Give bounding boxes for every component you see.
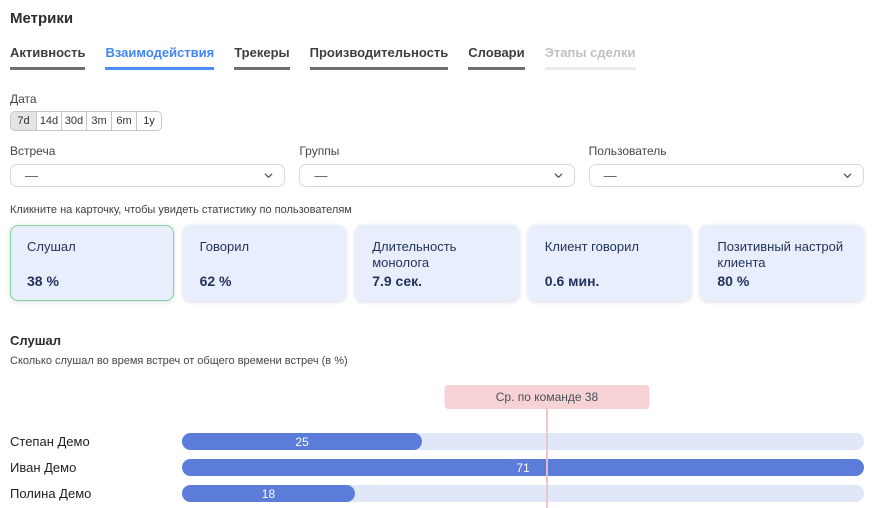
date-range-group: 7d 14d 30d 3m 6m 1y — [10, 111, 162, 131]
groups-select[interactable]: — — [299, 164, 574, 187]
tab-deal-stages: Этапы сделки — [545, 45, 636, 70]
team-average-badge: Ср. по команде 38 — [445, 385, 650, 409]
bar-track[interactable]: 71 — [182, 459, 864, 476]
chevron-down-icon — [842, 170, 853, 181]
bar-value-label: 25 — [295, 435, 308, 449]
metric-card-listened[interactable]: Слушал 38 % — [10, 225, 174, 301]
user-select-label: Пользователь — [589, 144, 864, 158]
metric-card-client-positivity[interactable]: Позитивный настрой клиента 80 % — [700, 225, 864, 301]
groups-select-value: — — [314, 168, 327, 183]
user-select-value: — — [604, 168, 617, 183]
bar-fill: 25 — [182, 433, 422, 450]
bar-row-label: Иван Демо — [10, 460, 182, 475]
date-filter-label: Дата — [10, 92, 864, 106]
date-range-3m[interactable]: 3m — [86, 112, 111, 130]
bar-value-label: 18 — [262, 487, 275, 501]
metric-card-talked[interactable]: Говорил 62 % — [183, 225, 347, 301]
chevron-down-icon — [553, 170, 564, 181]
bar-track[interactable]: 25 — [182, 433, 864, 450]
bar-row: Полина Демо 18 — [10, 485, 864, 502]
meeting-select-field: Встреча — — [10, 144, 285, 187]
tab-bar: Активность Взаимодействия Трекеры Произв… — [10, 45, 864, 70]
date-range-14d[interactable]: 14d — [36, 112, 61, 130]
cards-hint-text: Кликните на карточку, чтобы увидеть стат… — [10, 204, 864, 216]
metrics-page: Метрики Активность Взаимодействия Трекер… — [0, 0, 880, 508]
tab-activity[interactable]: Активность — [10, 45, 85, 70]
meeting-select-label: Встреча — [10, 144, 285, 158]
bar-fill: 18 — [182, 485, 355, 502]
chart-section-subtitle: Сколько слушал во время встреч от общего… — [10, 355, 864, 367]
meeting-select[interactable]: — — [10, 164, 285, 187]
metric-card-title: Слушал — [27, 239, 157, 255]
metric-card-title: Клиент говорил — [545, 239, 675, 255]
metric-card-title: Говорил — [200, 239, 330, 255]
metric-card-value: 7.9 сек. — [372, 273, 502, 289]
tab-interactions[interactable]: Взаимодействия — [105, 45, 214, 70]
metric-card-value: 0.6 мин. — [545, 273, 675, 289]
metric-card-title: Позитивный настрой клиента — [717, 239, 847, 272]
user-select[interactable]: — — [589, 164, 864, 187]
tab-performance[interactable]: Производительность — [310, 45, 449, 70]
metric-card-value: 62 % — [200, 273, 330, 289]
metric-card-value: 38 % — [27, 273, 157, 289]
groups-select-field: Группы — — [299, 144, 574, 187]
metric-cards-row: Слушал 38 % Говорил 62 % Длительность мо… — [10, 225, 864, 301]
metric-card-value: 80 % — [717, 273, 847, 289]
groups-select-label: Группы — [299, 144, 574, 158]
metric-card-title: Длительность монолога — [372, 239, 502, 272]
filter-selects-row: Встреча — Группы — Пользователь — — [10, 144, 864, 187]
bar-row: Иван Демо 71 — [10, 459, 864, 476]
chevron-down-icon — [263, 170, 274, 181]
chart-section-title: Слушал — [10, 333, 864, 348]
page-title: Метрики — [10, 10, 864, 28]
tab-trackers[interactable]: Трекеры — [234, 45, 289, 70]
date-range-7d[interactable]: 7d — [11, 112, 36, 130]
date-range-30d[interactable]: 30d — [61, 112, 86, 130]
metric-card-client-talked[interactable]: Клиент говорил 0.6 мин. — [528, 225, 692, 301]
bar-track[interactable]: 18 — [182, 485, 864, 502]
bar-value-label: 71 — [516, 461, 529, 475]
date-range-1y[interactable]: 1y — [136, 112, 161, 130]
metric-card-monologue-duration[interactable]: Длительность монолога 7.9 сек. — [355, 225, 519, 301]
tab-dictionaries[interactable]: Словари — [468, 45, 524, 70]
bar-row-label: Степан Демо — [10, 434, 182, 449]
bar-chart: Степан Демо 25 Иван Демо 71 Полина Демо … — [10, 385, 864, 508]
bar-row: Степан Демо 25 — [10, 433, 864, 450]
bar-row-label: Полина Демо — [10, 486, 182, 501]
date-range-6m[interactable]: 6m — [111, 112, 136, 130]
bar-fill: 71 — [182, 459, 864, 476]
meeting-select-value: — — [25, 168, 38, 183]
user-select-field: Пользователь — — [589, 144, 864, 187]
